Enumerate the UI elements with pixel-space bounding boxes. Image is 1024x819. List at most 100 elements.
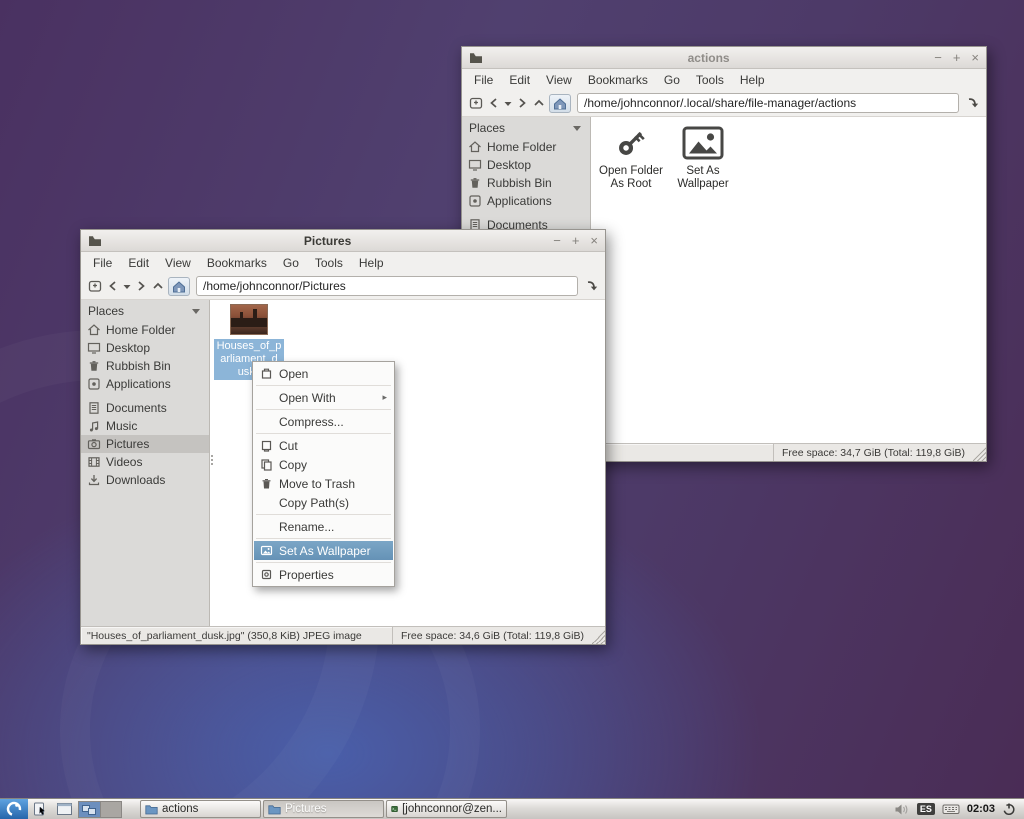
home-icon: [468, 140, 482, 154]
menu-help[interactable]: Help: [732, 71, 773, 89]
sidebar-item-applications[interactable]: Applications: [81, 375, 209, 393]
jump-to-address-icon[interactable]: [965, 93, 980, 113]
file-open-folder-as-root[interactable]: Open Folder As Root: [595, 123, 667, 191]
titlebar[interactable]: actions − + ×: [462, 47, 986, 69]
sidebar-item-music[interactable]: Music: [81, 417, 209, 435]
menu-go[interactable]: Go: [275, 254, 307, 272]
taskbar-button-actions[interactable]: actions: [140, 800, 261, 818]
sidebar-item-desktop[interactable]: Desktop: [81, 339, 209, 357]
toolbar: /home/johnconnor/.local/share/file-manag…: [462, 90, 986, 116]
back-icon[interactable]: [487, 93, 500, 113]
keyboard-layout-badge[interactable]: ES: [917, 803, 935, 815]
videos-icon: [87, 455, 101, 469]
home-button[interactable]: [549, 94, 571, 113]
forward-icon[interactable]: [516, 93, 529, 113]
workspace-1[interactable]: [79, 802, 100, 817]
cut-icon: [259, 439, 273, 452]
menu-item-move-to-trash[interactable]: Move to Trash: [254, 474, 393, 493]
close-button[interactable]: ×: [971, 51, 979, 64]
file-set-as-wallpaper[interactable]: Set As Wallpaper: [667, 123, 739, 191]
downloads-icon: [87, 473, 101, 487]
maximize-button[interactable]: +: [953, 51, 961, 64]
new-tab-icon[interactable]: [87, 276, 103, 296]
menu-item-open-with[interactable]: Open With ▸: [254, 388, 393, 407]
toolbar: /home/johnconnor/Pictures: [81, 273, 605, 299]
titlebar[interactable]: Pictures − + ×: [81, 230, 605, 252]
sidebar-item-applications[interactable]: Applications: [462, 192, 590, 210]
menu-tools[interactable]: Tools: [688, 71, 732, 89]
sidebar-item-documents[interactable]: Documents: [81, 399, 209, 417]
menu-item-open[interactable]: Open: [254, 364, 393, 383]
up-icon[interactable]: [151, 276, 165, 296]
menu-go[interactable]: Go: [656, 71, 688, 89]
maximize-button[interactable]: +: [572, 234, 580, 247]
menu-edit[interactable]: Edit: [120, 254, 157, 272]
sidebar-item-rubbish-bin[interactable]: Rubbish Bin: [81, 357, 209, 375]
history-dropdown-icon[interactable]: [503, 93, 513, 113]
taskbar-button-pictures[interactable]: Pictures: [263, 800, 384, 818]
minimize-button[interactable]: −: [934, 51, 942, 64]
places-collapse-icon[interactable]: [573, 126, 581, 131]
places-header[interactable]: Places: [462, 118, 590, 138]
file-view[interactable]: Open Folder As Root Set As Wallpaper: [591, 117, 986, 443]
forward-icon[interactable]: [135, 276, 148, 296]
lubuntu-logo-icon: [6, 801, 22, 817]
menu-bookmarks[interactable]: Bookmarks: [580, 71, 656, 89]
menu-file[interactable]: File: [85, 254, 120, 272]
menu-edit[interactable]: Edit: [501, 71, 538, 89]
menu-item-properties[interactable]: Properties: [254, 565, 393, 584]
trash-icon: [468, 176, 482, 190]
menu-item-set-as-wallpaper[interactable]: Set As Wallpaper: [254, 541, 393, 560]
menu-view[interactable]: View: [538, 71, 580, 89]
start-menu-button[interactable]: [0, 799, 28, 819]
menu-item-rename[interactable]: Rename...: [254, 517, 393, 536]
menu-item-cut[interactable]: Cut: [254, 436, 393, 455]
resize-grip[interactable]: [973, 444, 986, 461]
up-icon[interactable]: [532, 93, 546, 113]
minimize-button[interactable]: −: [553, 234, 561, 247]
workspace-pager[interactable]: [78, 801, 122, 818]
menu-tools[interactable]: Tools: [307, 254, 351, 272]
address-bar[interactable]: /home/johnconnor/.local/share/file-manag…: [577, 93, 959, 113]
menu-view[interactable]: View: [157, 254, 199, 272]
image-thumbnail: [230, 304, 268, 335]
sidebar-item-home-folder[interactable]: Home Folder: [81, 321, 209, 339]
keyboard-icon[interactable]: [942, 803, 960, 815]
new-tab-icon[interactable]: [468, 93, 484, 113]
sidebar-item-home-folder[interactable]: Home Folder: [462, 138, 590, 156]
show-desktop-icon: [56, 802, 73, 817]
resize-grip[interactable]: [592, 627, 605, 644]
pane-splitter-handle[interactable]: [211, 455, 213, 465]
folder-icon: [88, 235, 102, 247]
menu-file[interactable]: File: [466, 71, 501, 89]
clock[interactable]: 02:03: [967, 803, 995, 815]
folder-icon: [469, 52, 483, 64]
sidebar-item-videos[interactable]: Videos: [81, 453, 209, 471]
file-manager-icon: [32, 801, 48, 817]
menu-item-copy-paths[interactable]: Copy Path(s): [254, 493, 393, 512]
sidebar-item-rubbish-bin[interactable]: Rubbish Bin: [462, 174, 590, 192]
home-button[interactable]: [168, 277, 190, 296]
history-dropdown-icon[interactable]: [122, 276, 132, 296]
close-button[interactable]: ×: [590, 234, 598, 247]
jump-to-address-icon[interactable]: [584, 276, 599, 296]
menu-item-compress[interactable]: Compress...: [254, 412, 393, 431]
back-icon[interactable]: [106, 276, 119, 296]
sidebar-item-desktop[interactable]: Desktop: [462, 156, 590, 174]
places-collapse-icon[interactable]: [192, 309, 200, 314]
menu-help[interactable]: Help: [351, 254, 392, 272]
sidebar-item-pictures[interactable]: Pictures: [81, 435, 209, 453]
taskbar-button-terminal[interactable]: [johnconnor@zen...: [386, 800, 507, 818]
copy-icon: [259, 458, 273, 471]
workspace-2[interactable]: [100, 802, 121, 817]
address-bar[interactable]: /home/johnconnor/Pictures: [196, 276, 578, 296]
menu-bookmarks[interactable]: Bookmarks: [199, 254, 275, 272]
sidebar-item-downloads[interactable]: Downloads: [81, 471, 209, 489]
volume-icon[interactable]: [894, 803, 910, 816]
menu-item-copy[interactable]: Copy: [254, 455, 393, 474]
show-desktop-launcher[interactable]: [52, 799, 76, 819]
desktop: { "theme": { "selection_blue": "#6f9cbe"…: [0, 0, 1024, 819]
power-icon[interactable]: [1002, 802, 1016, 816]
places-header[interactable]: Places: [81, 301, 209, 321]
file-manager-launcher[interactable]: [28, 799, 52, 819]
